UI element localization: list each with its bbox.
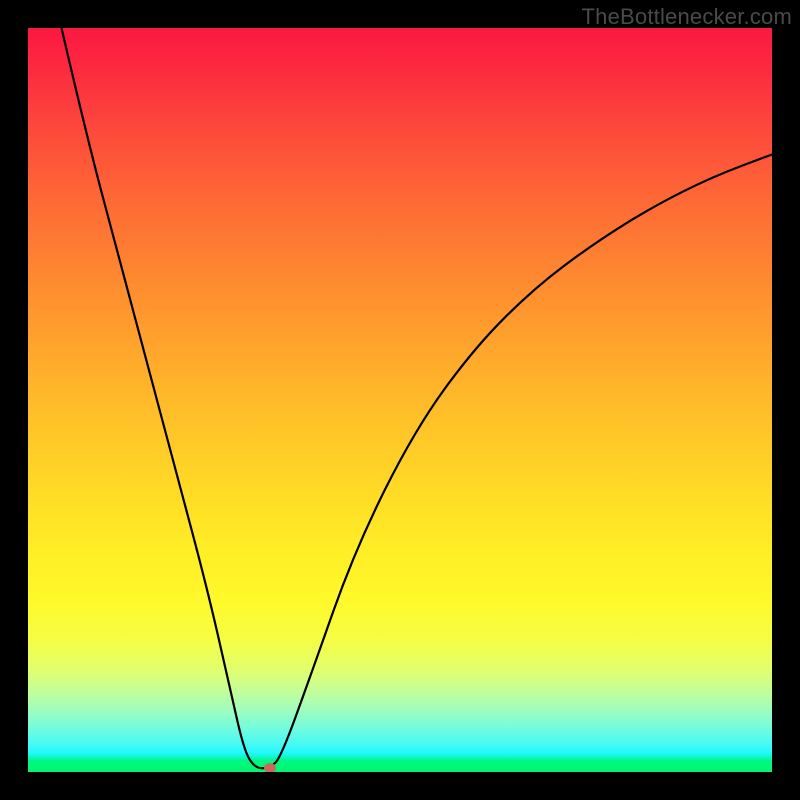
optimal-point-marker	[264, 763, 276, 772]
bottleneck-curve	[28, 28, 772, 772]
watermark-text: TheBottlenecker.com	[582, 4, 792, 30]
curve-line	[61, 28, 772, 768]
plot-area	[28, 28, 772, 772]
